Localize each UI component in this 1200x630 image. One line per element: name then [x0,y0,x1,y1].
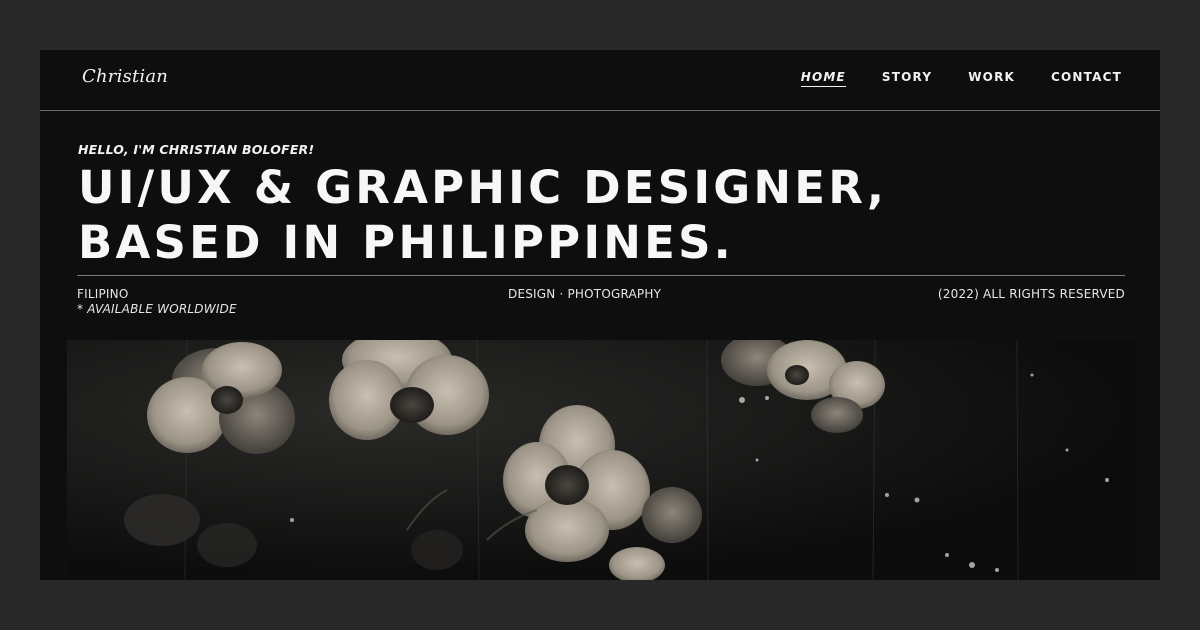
meta-copyright: (2022) ALL RIGHTS RESERVED [937,287,1125,301]
website-frame: Christian HOME STORY WORK CONTACT HELLO,… [40,50,1160,580]
site-logo[interactable]: Christian [82,66,168,87]
hero-image [67,340,1135,580]
nationality-text: FILIPINO [77,287,129,301]
flowers-photo [67,340,1135,580]
availability-text: * AVAILABLE WORLDWIDE [77,302,237,316]
top-navbar: Christian HOME STORY WORK CONTACT [40,50,1160,111]
hero-headline-line-2: BASED IN PHILIPPINES. [78,216,734,269]
nav-home-link[interactable]: HOME [800,70,846,87]
section-divider [77,275,1125,276]
hero-headline-line-1: UI/UX & GRAPHIC DESIGNER, [78,161,888,214]
main-nav: HOME STORY WORK CONTACT [800,70,1122,87]
nav-story-link[interactable]: STORY [882,70,932,87]
meta-location: FILIPINO * AVAILABLE WORLDWIDE [77,287,237,317]
meta-services: DESIGN · PHOTOGRAPHY [508,287,662,301]
hero-greeting: HELLO, I'M CHRISTIAN BOLOFER! [78,142,315,157]
nav-contact-link[interactable]: CONTACT [1051,70,1122,87]
hero-headline: UI/UX & GRAPHIC DESIGNER, BASED IN PHILI… [78,160,887,270]
nav-work-link[interactable]: WORK [968,70,1015,87]
